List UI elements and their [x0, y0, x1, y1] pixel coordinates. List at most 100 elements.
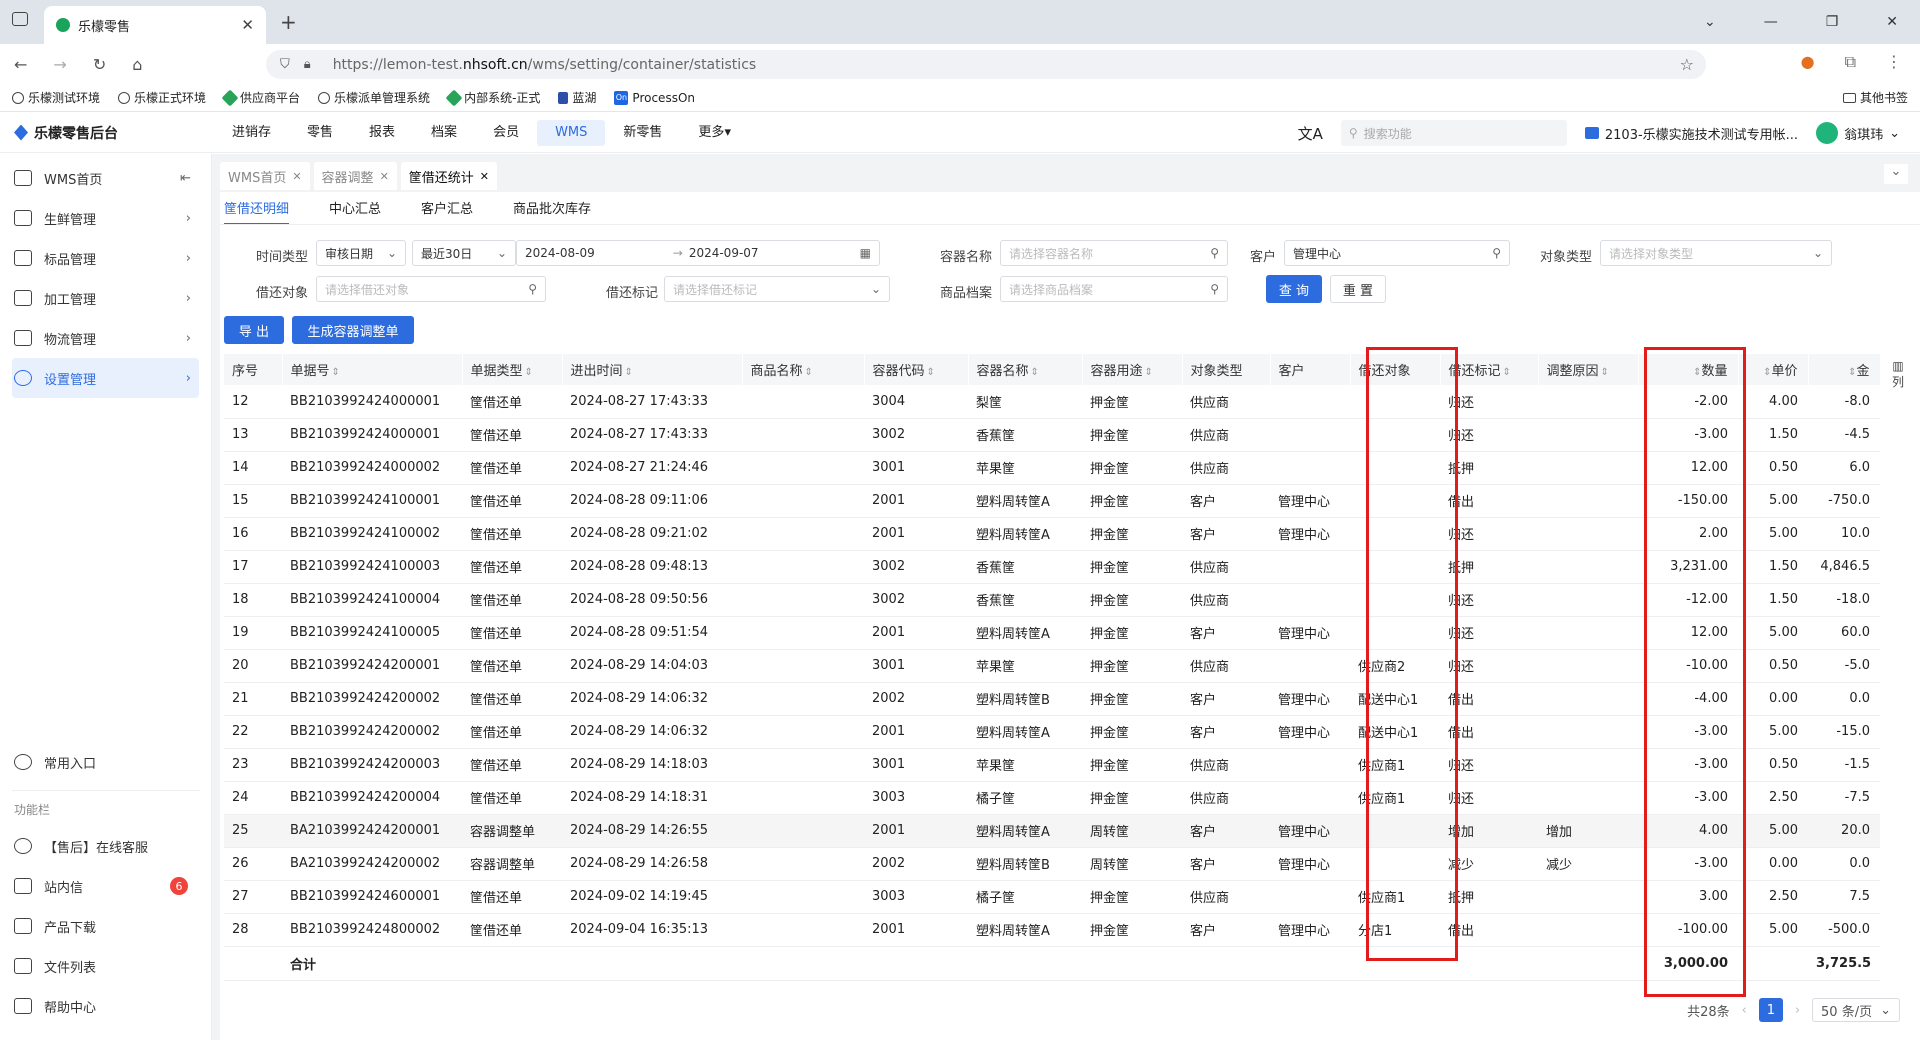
table-row[interactable]: 22 BB2103992424200002 筐借还单 2024-08-29 14:06…	[224, 715, 1880, 749]
bookmark-item[interactable]: 乐檬测试环境	[12, 89, 100, 106]
bookmark-star-icon[interactable]: ☆	[1680, 55, 1694, 74]
column-header[interactable]: 单据号 ⇕	[282, 354, 463, 385]
close-icon[interactable]: ✕	[380, 170, 389, 183]
bookmark-item[interactable]: 供应商平台	[221, 89, 300, 106]
restore-icon[interactable]: ❐	[1826, 14, 1839, 30]
table-row[interactable]: 14 BB2103992424000002 筐借还单 2024-08-27 21:24…	[224, 451, 1880, 485]
minimize-icon[interactable]: —	[1764, 14, 1778, 30]
subtab-detail[interactable]: 筐借还明细	[224, 198, 290, 225]
tab-list-icon[interactable]	[12, 12, 28, 26]
extensions-icon[interactable]: ⧉	[1845, 52, 1856, 72]
table-row[interactable]: 16 BB2103992424100002 筐借还单 2024-08-28 09:21…	[224, 517, 1880, 551]
other-bookmarks[interactable]: 其他书签	[1842, 89, 1908, 106]
table-row[interactable]: 20 BB2103992424200001 筐借还单 2024-08-29 14:04…	[224, 649, 1880, 683]
sidebar-item-logistics[interactable]: 物流管理 ›	[12, 318, 199, 358]
customer-input[interactable]: 管理中心 ⚲	[1284, 240, 1510, 266]
table-row[interactable]: 24 BB2103992424200004 筐借还单 2024-08-29 14:18…	[224, 781, 1880, 815]
org-selector[interactable]: 2103-乐檬实施技术测试专用帐...	[1584, 124, 1798, 143]
browser-tab[interactable]: 乐檬零售 ✕	[44, 6, 266, 44]
time-type-select[interactable]: 审核日期 ⌄	[316, 240, 406, 266]
bookmark-item[interactable]: On ProcessOn	[614, 90, 695, 105]
bookmark-item[interactable]: 乐檬派单管理系统	[318, 89, 430, 106]
nav-item-wms[interactable]: WMS	[537, 119, 606, 146]
sidebar-item-messages[interactable]: 站内信 6	[12, 866, 200, 906]
sidebar-common-entry[interactable]: 常用入口	[12, 742, 200, 782]
reload-icon[interactable]: ↻	[93, 55, 106, 74]
close-icon[interactable]: ✕	[292, 170, 301, 183]
table-row[interactable]: 27 BB2103992424600001 筐借还单 2024-09-02 14:19…	[224, 880, 1880, 914]
function-search-input[interactable]: ⚲ 搜索功能	[1340, 120, 1567, 146]
table-row[interactable]: 17 BB2103992424100003 筐借还单 2024-08-28 09:48…	[224, 550, 1880, 584]
chevron-down-icon[interactable]: ⌄	[1704, 14, 1716, 30]
nav-item[interactable]: 报表	[351, 120, 413, 146]
column-header[interactable]: 容器用途 ⇕	[1082, 354, 1183, 385]
sidebar-item-download[interactable]: 产品下载	[12, 906, 200, 946]
profile-icon[interactable]: ●	[1801, 52, 1815, 72]
sidebar-item-settings[interactable]: 设置管理 ›	[12, 358, 199, 398]
column-settings-button[interactable]: ▥ 列	[1888, 358, 1908, 390]
home-icon[interactable]: ⌂	[132, 55, 142, 74]
nav-item[interactable]: 零售	[289, 120, 351, 146]
sidebar-item-fresh[interactable]: 生鲜管理 ›	[12, 198, 199, 238]
range-select[interactable]: 最近30日 ⌄	[412, 240, 516, 266]
page-tab-container-adjust[interactable]: 容器调整 ✕	[313, 162, 397, 190]
collapse-sidebar-icon[interactable]: ⇤	[180, 171, 191, 186]
app-logo[interactable]: 乐檬零售后台	[14, 123, 214, 143]
generate-adjust-button[interactable]: 生成容器调整单	[292, 316, 414, 344]
nav-item[interactable]: 进销存	[214, 120, 289, 146]
forward-icon[interactable]: →	[53, 55, 66, 74]
table-row[interactable]: 23 BB2103992424200003 筐借还单 2024-08-29 14:18…	[224, 748, 1880, 782]
url-input[interactable]: ⛉ 🔒︎ https://lemon-test.nhsoft.cn/wms/se…	[266, 50, 1706, 79]
table-row[interactable]: 26 BA2103992424200002 容器调整单 2024-08-29 14:2…	[224, 847, 1880, 881]
query-button[interactable]: 查 询	[1266, 275, 1322, 303]
object-type-select[interactable]: 请选择对象类型 ⌄	[1600, 240, 1832, 266]
nav-item-more[interactable]: 更多▾	[680, 120, 749, 146]
object-input[interactable]: 请选择借还对象 ⚲	[316, 276, 546, 302]
translate-icon[interactable]: 文A	[1298, 123, 1323, 144]
nav-item[interactable]: 新零售	[605, 120, 680, 146]
sidebar-item-help[interactable]: 帮助中心	[12, 986, 200, 1026]
subtab-customer[interactable]: 客户汇总	[421, 198, 473, 225]
table-row[interactable]: 13 BB2103992424000001 筐借还单 2024-08-27 17:43…	[224, 418, 1880, 452]
subtab-center[interactable]: 中心汇总	[329, 198, 381, 225]
table-row[interactable]: 12 BB2103992424000001 筐借还单 2024-08-27 17:43…	[224, 385, 1880, 419]
column-header[interactable]: 商品名称 ⇕	[742, 354, 865, 385]
table-row[interactable]: 19 BB2103992424100005 筐借还单 2024-08-28 09:51…	[224, 616, 1880, 650]
bookmark-item[interactable]: 内部系统-正式	[445, 89, 540, 106]
page-number[interactable]: 1	[1758, 998, 1783, 1022]
column-header[interactable]: 容器名称 ⇕	[968, 354, 1083, 385]
date-range-picker[interactable]: 2024-08-09 → 2024-09-07 ▦	[516, 240, 880, 266]
close-tab-icon[interactable]: ✕	[241, 16, 254, 34]
sidebar-item-wms-home[interactable]: WMS首页 ⇤	[12, 158, 199, 198]
column-header[interactable]: ⇕金	[1808, 354, 1881, 385]
goods-input[interactable]: 请选择商品档案 ⚲	[1000, 276, 1228, 302]
sidebar-item-standard[interactable]: 标品管理 ›	[12, 238, 199, 278]
back-icon[interactable]: ←	[14, 55, 27, 74]
column-header[interactable]: 单据类型 ⇕	[462, 354, 563, 385]
user-menu[interactable]: 翁琪玮 ⌄	[1816, 122, 1900, 144]
subtab-batch[interactable]: 商品批次库存	[513, 198, 591, 225]
column-header[interactable]: ⇕单价	[1738, 354, 1809, 385]
table-row[interactable]: 25 BA2103992424200001 容器调整单 2024-08-29 14:2…	[224, 814, 1880, 848]
table-row[interactable]: 18 BB2103992424100004 筐借还单 2024-08-28 09:50…	[224, 583, 1880, 617]
nav-item[interactable]: 档案	[413, 120, 475, 146]
bookmark-item[interactable]: 乐檬正式环境	[118, 89, 206, 106]
sidebar-item-files[interactable]: 文件列表	[12, 946, 200, 986]
column-header[interactable]: 容器代码 ⇕	[864, 354, 969, 385]
page-tab-statistics[interactable]: 筐借还统计 ✕	[400, 162, 498, 190]
column-header[interactable]: 调整原因 ⇕	[1538, 354, 1639, 385]
sidebar-item-process[interactable]: 加工管理 ›	[12, 278, 199, 318]
table-row[interactable]: 28 BB2103992424800002 筐借还单 2024-09-04 16:35…	[224, 913, 1880, 947]
sidebar-item-support[interactable]: 【售后】在线客服	[12, 826, 200, 866]
export-button[interactable]: 导 出	[224, 316, 284, 344]
next-page-icon[interactable]: ›	[1795, 1003, 1800, 1018]
close-window-icon[interactable]: ✕	[1886, 14, 1898, 30]
table-row[interactable]: 15 BB2103992424100001 筐借还单 2024-08-28 09:11…	[224, 484, 1880, 518]
bookmark-item[interactable]: 蓝湖	[558, 89, 596, 106]
page-size-select[interactable]: 50 条/页 ⌄	[1812, 998, 1900, 1022]
nav-item[interactable]: 会员	[475, 120, 537, 146]
table-row[interactable]: 21 BB2103992424200002 筐借还单 2024-08-29 14:06…	[224, 682, 1880, 716]
mark-select[interactable]: 请选择借还标记 ⌄	[664, 276, 890, 302]
reset-button[interactable]: 重 置	[1330, 275, 1386, 303]
column-header[interactable]: 进出时间 ⇕	[562, 354, 743, 385]
